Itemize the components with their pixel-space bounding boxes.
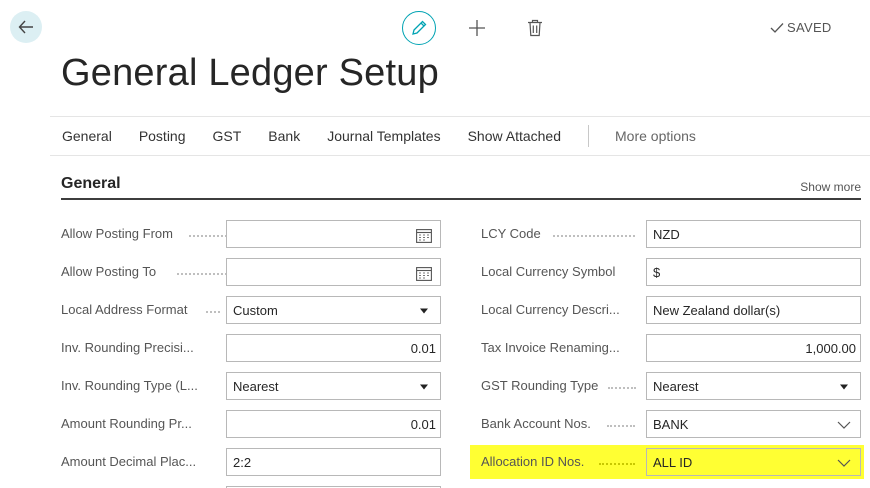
field-allow-posting-to: Allow Posting To [61, 258, 441, 286]
local-currency-description-input[interactable]: New Zealand dollar(s) [646, 296, 861, 324]
more-options-button[interactable]: More options [615, 128, 696, 144]
field-inv-rounding-precision: Inv. Rounding Precisi... 0.01 [61, 334, 441, 362]
dropdown-arrow-icon[interactable] [835, 378, 853, 396]
trash-icon [528, 19, 542, 37]
plus-icon [469, 20, 485, 36]
saved-status: SAVED [770, 20, 832, 35]
field-label: Inv. Rounding Precisi... [61, 340, 194, 355]
field-allow-posting-from: Allow Posting From [61, 220, 441, 248]
dropdown-arrow-icon[interactable] [415, 378, 433, 396]
nav-item-gst[interactable]: GST [213, 128, 242, 144]
allow-posting-from-input[interactable] [226, 220, 441, 248]
field-local-address-format: Local Address Format Custom [61, 296, 441, 324]
chevron-down-icon[interactable] [835, 416, 853, 434]
field-label: Local Currency Descri... [481, 302, 620, 317]
field-inv-rounding-type: Inv. Rounding Type (L... Nearest [61, 372, 441, 400]
nav-item-journal-templates[interactable]: Journal Templates [327, 128, 440, 144]
action-bar: General Posting GST Bank Journal Templat… [50, 116, 870, 156]
amount-rounding-precision-input[interactable]: 0.01 [226, 410, 441, 438]
field-amount-rounding-precision: Amount Rounding Pr... 0.01 [61, 410, 441, 438]
field-value: 0.01 [410, 416, 436, 432]
calendar-icon[interactable] [415, 264, 433, 282]
field-value: BANK [653, 416, 689, 432]
nav-item-general[interactable]: General [62, 128, 112, 144]
calendar-icon[interactable] [415, 226, 433, 244]
field-value: 1,000.00 [805, 340, 856, 356]
show-more-link[interactable]: Show more [800, 180, 861, 194]
field-allocation-id-nos: Allocation ID Nos. ALL ID [481, 448, 861, 476]
saved-label: SAVED [787, 20, 832, 35]
section-header: General Show more [61, 167, 861, 200]
nav-item-show-attached[interactable]: Show Attached [468, 128, 561, 144]
field-value: Custom [233, 302, 278, 318]
arrow-left-icon [18, 20, 33, 34]
amount-decimal-places-input[interactable]: 2:2 [226, 448, 441, 476]
field-bank-account-nos: Bank Account Nos. BANK [481, 410, 861, 438]
nav-item-posting[interactable]: Posting [139, 128, 186, 144]
tax-invoice-renaming-input[interactable]: 1,000.00 [646, 334, 861, 362]
field-leader-dots [553, 235, 635, 237]
field-local-currency-description: Local Currency Descri... New Zealand dol… [481, 296, 861, 324]
section-title[interactable]: General [61, 175, 121, 193]
delete-button[interactable] [522, 14, 548, 42]
field-gst-rounding-type: GST Rounding Type Nearest [481, 372, 861, 400]
field-local-currency-symbol: Local Currency Symbol $ [481, 258, 861, 286]
field-value: Nearest [653, 378, 699, 394]
lcy-code-input[interactable]: NZD [646, 220, 861, 248]
field-value: 2:2 [233, 454, 252, 470]
field-leader-dots [599, 463, 635, 465]
bank-account-nos-lookup[interactable]: BANK [646, 410, 861, 438]
chevron-down-icon[interactable] [835, 454, 853, 472]
allow-posting-to-input[interactable] [226, 258, 441, 286]
nav-divider [588, 125, 589, 147]
nav-item-bank[interactable]: Bank [268, 128, 300, 144]
field-amount-decimal-places: Amount Decimal Plac... 2:2 [61, 448, 441, 476]
inv-rounding-type-select[interactable]: Nearest [226, 372, 441, 400]
allocation-id-nos-lookup[interactable]: ALL ID [646, 448, 861, 476]
dropdown-arrow-icon[interactable] [415, 302, 433, 320]
field-value: Nearest [233, 378, 279, 394]
page-title: General Ledger Setup [61, 52, 439, 94]
local-address-format-select[interactable]: Custom [226, 296, 441, 324]
checkmark-icon [770, 22, 784, 33]
inv-rounding-precision-input[interactable]: 0.01 [226, 334, 441, 362]
field-lcy-code: LCY Code NZD [481, 220, 861, 248]
edit-button[interactable] [402, 11, 436, 45]
back-button[interactable] [10, 11, 42, 43]
field-leader-dots [206, 311, 220, 313]
field-label: Tax Invoice Renaming... [481, 340, 620, 355]
field-value: $ [653, 264, 661, 280]
field-value: New Zealand dollar(s) [653, 302, 781, 318]
field-value: ALL ID [653, 454, 693, 470]
field-label: Amount Rounding Pr... [61, 416, 192, 431]
new-button[interactable] [464, 14, 490, 42]
field-tax-invoice-renaming: Tax Invoice Renaming... 1,000.00 [481, 334, 861, 362]
field-value: 0.01 [410, 340, 436, 356]
local-currency-symbol-input[interactable]: $ [646, 258, 861, 286]
gst-rounding-type-select[interactable]: Nearest [646, 372, 861, 400]
field-label: Amount Decimal Plac... [61, 454, 197, 469]
pencil-icon [412, 20, 427, 35]
field-leader-dots [608, 387, 636, 389]
field-label: Local Currency Symbol [481, 264, 616, 279]
field-leader-dots [607, 425, 635, 427]
field-label: Inv. Rounding Type (L... [61, 378, 198, 393]
field-label: Local Address Format [61, 302, 188, 317]
field-value: NZD [653, 226, 680, 242]
